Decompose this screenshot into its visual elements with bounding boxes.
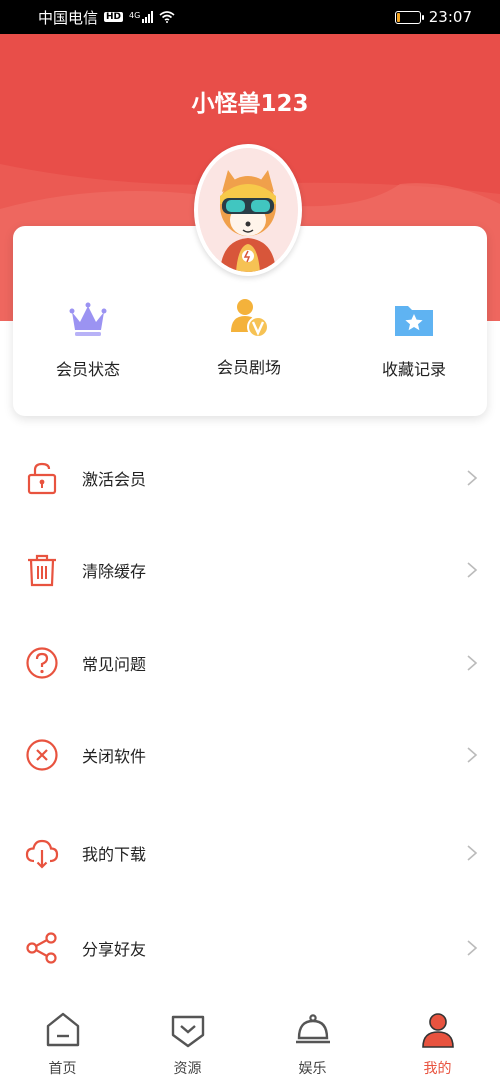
close-circle-icon — [26, 739, 58, 771]
resource-icon — [171, 1015, 204, 1048]
status-bar: 中国电信 HD 4G 23:07 — [0, 0, 500, 34]
hd-badge: HD — [104, 12, 124, 22]
menu-item-share[interactable]: 分享好友 — [0, 918, 500, 978]
wifi-icon — [159, 11, 175, 23]
tab-entertainment[interactable]: 娱乐 — [250, 1003, 375, 1083]
member-status-entry[interactable]: 会员状态 — [13, 298, 163, 380]
network-type: 4G — [129, 11, 141, 20]
signal-icon: 4G — [129, 11, 154, 23]
member-status-label: 会员状态 — [55, 360, 120, 379]
chevron-right-icon — [467, 562, 478, 578]
chevron-right-icon — [467, 470, 478, 486]
cloche-icon — [295, 1014, 330, 1044]
tab-label: 首页 — [48, 1061, 77, 1077]
bottom-tabbar: 首页 资源 娱乐 我的 — [0, 1003, 500, 1083]
clock: 23:07 — [428, 8, 472, 26]
menu-label: 常见问题 — [82, 655, 147, 674]
chevron-right-icon — [467, 845, 478, 861]
tab-label: 资源 — [173, 1061, 202, 1077]
crown-icon — [69, 302, 107, 336]
menu-label: 清除缓存 — [82, 562, 147, 581]
menu-label: 我的下载 — [82, 845, 147, 864]
menu-item-activate-member[interactable]: 激活会员 — [0, 448, 500, 508]
menu-item-faq[interactable]: 常见问题 — [0, 633, 500, 693]
avatar[interactable] — [194, 144, 302, 276]
home-icon — [46, 1012, 79, 1047]
question-icon — [26, 647, 58, 679]
status-right: 23:07 — [394, 8, 472, 26]
favorites-entry[interactable]: 收藏记录 — [339, 298, 489, 380]
member-theater-entry[interactable]: 会员剧场 — [174, 296, 324, 378]
user-icon — [421, 1013, 454, 1048]
username: 小怪兽123 — [191, 91, 309, 117]
tab-label: 娱乐 — [298, 1061, 327, 1077]
chevron-right-icon — [467, 940, 478, 956]
favorites-label: 收藏记录 — [381, 360, 446, 379]
chevron-right-icon — [467, 655, 478, 671]
tab-label: 我的 — [423, 1061, 452, 1077]
carrier-label: 中国电信 — [38, 8, 99, 27]
shiba-avatar-icon — [198, 148, 298, 272]
tab-resources[interactable]: 资源 — [125, 1003, 250, 1083]
star-folder-icon — [395, 306, 433, 336]
trash-icon — [28, 554, 56, 587]
share-icon — [26, 932, 57, 964]
menu-item-clear-cache[interactable]: 清除缓存 — [0, 540, 500, 600]
menu-item-exit-app[interactable]: 关闭软件 — [0, 725, 500, 785]
tab-home[interactable]: 首页 — [0, 1003, 125, 1083]
cloud-download-icon — [25, 839, 59, 869]
menu-label: 激活会员 — [82, 470, 147, 489]
menu-item-my-downloads[interactable]: 我的下载 — [0, 823, 500, 883]
battery-icon — [394, 10, 424, 24]
unlock-icon — [27, 462, 57, 495]
menu-label: 关闭软件 — [82, 747, 147, 766]
member-theater-label: 会员剧场 — [216, 358, 281, 377]
menu-label: 分享好友 — [82, 940, 147, 959]
chevron-right-icon — [467, 747, 478, 763]
vip-user-icon — [231, 299, 269, 338]
status-left: 中国电信 HD 4G — [38, 7, 175, 28]
tab-mine[interactable]: 我的 — [375, 1003, 500, 1083]
battery-fill — [396, 12, 401, 22]
avatar-image — [198, 148, 298, 272]
